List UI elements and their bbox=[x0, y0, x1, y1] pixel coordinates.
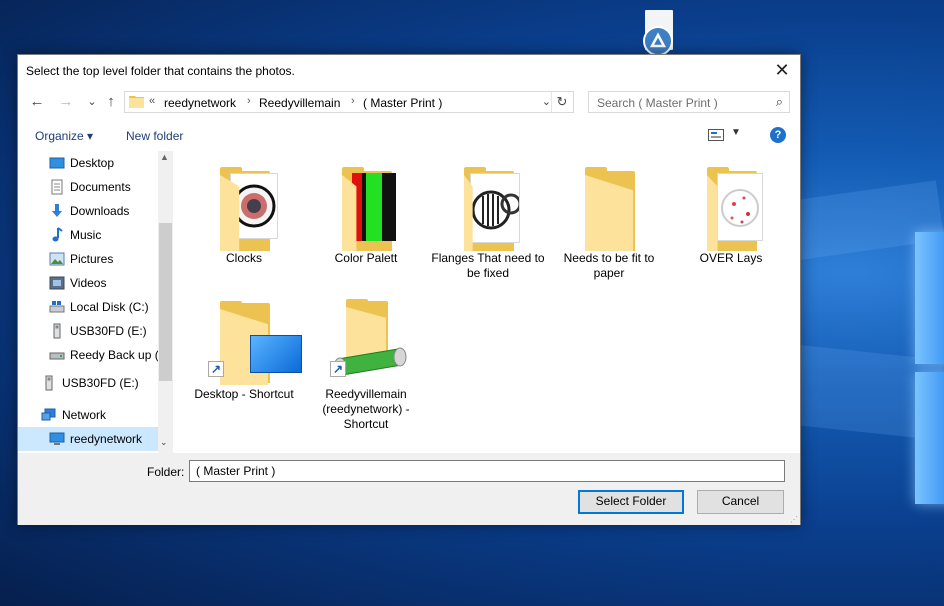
overlay-thumbnail bbox=[717, 173, 763, 241]
folder-clocks[interactable]: Clocks bbox=[186, 153, 302, 266]
sidebar-item-local-disk[interactable]: Local Disk (C:) bbox=[18, 295, 158, 319]
search-placeholder: Search ( Master Print ) bbox=[597, 96, 718, 110]
shortcut-arrow-icon: ↗ bbox=[208, 361, 224, 377]
view-dropdown-icon[interactable]: ▼ bbox=[731, 127, 741, 138]
organize-button[interactable]: Organize ▾ bbox=[35, 129, 93, 143]
folder-field-label: Folder: bbox=[147, 465, 185, 479]
breadcrumb-overflow[interactable]: « bbox=[149, 95, 155, 107]
desktop-thumbnail bbox=[250, 335, 302, 373]
breadcrumb-master-print[interactable]: ( Master Print ) bbox=[363, 96, 442, 110]
search-icon: ⌕ bbox=[775, 94, 783, 109]
breadcrumb-separator[interactable]: › bbox=[247, 95, 251, 107]
sidebar-item-desktop[interactable]: Desktop bbox=[18, 151, 158, 175]
chevron-down-icon[interactable]: ⌄ bbox=[542, 95, 551, 108]
sidebar-item-pictures[interactable]: Pictures bbox=[18, 247, 158, 271]
title-bar: Select the top level folder that contain… bbox=[18, 55, 800, 87]
shortcut-reedyvillemain[interactable]: ↗ Reedyvillemain (reedynetwork) - Shortc… bbox=[308, 289, 424, 432]
sidebar-item-label: USB30FD (E:) bbox=[70, 324, 147, 338]
sidebar-item-label: USB30FD (E:) bbox=[62, 376, 139, 390]
dialog-title: Select the top level folder that contain… bbox=[26, 64, 295, 78]
videos-icon bbox=[49, 276, 65, 290]
sidebar-item-downloads[interactable]: Downloads bbox=[18, 199, 158, 223]
folder-label: Flanges That need to be fixed bbox=[431, 251, 545, 280]
sidebar-item-label: reedynetwork bbox=[70, 432, 143, 446]
change-view-icon[interactable] bbox=[708, 129, 724, 141]
shortcut-desktop[interactable]: ↗ Desktop - Shortcut bbox=[186, 289, 302, 402]
address-bar[interactable]: « reedynetwork › Reedyvillemain › ( Mast… bbox=[124, 91, 574, 113]
breadcrumb-reedynetwork[interactable]: reedynetwork bbox=[164, 96, 236, 110]
sidebar-item-label: Pictures bbox=[70, 252, 114, 266]
help-icon[interactable]: ? bbox=[770, 127, 786, 143]
external-drive-icon bbox=[49, 352, 65, 360]
scroll-up-icon[interactable]: ▲ bbox=[160, 152, 169, 162]
network-icon bbox=[41, 408, 56, 421]
resize-grip-icon[interactable]: ⋰ bbox=[790, 515, 798, 524]
downloads-icon bbox=[52, 204, 62, 217]
select-folder-dialog: Select the top level folder that contain… bbox=[17, 54, 801, 525]
flange-thumbnail bbox=[470, 173, 522, 243]
select-folder-button[interactable]: Select Folder bbox=[578, 490, 684, 514]
documents-icon bbox=[51, 179, 63, 195]
sidebar-item-label: Desktop bbox=[70, 156, 115, 170]
scrollbar-thumb[interactable] bbox=[159, 223, 172, 381]
recent-locations-icon[interactable]: ⌄ bbox=[82, 92, 102, 112]
sidebar-scrollbar[interactable]: ▲ ⌄ bbox=[158, 151, 173, 453]
local-disk-icon bbox=[49, 301, 65, 313]
folder-color-palett[interactable]: Color Palett bbox=[308, 153, 424, 266]
folder-icon bbox=[129, 96, 144, 108]
sidebar-item-usb-e[interactable]: USB30FD (E:) bbox=[18, 319, 158, 343]
breadcrumb-separator[interactable]: › bbox=[351, 95, 355, 107]
color-palette-thumbnail bbox=[352, 173, 396, 241]
usb-drive-icon bbox=[53, 323, 61, 339]
folder-name-input[interactable]: ( Master Print ) bbox=[189, 460, 785, 482]
close-button[interactable]: ✕ bbox=[768, 59, 796, 83]
folder-over-lays[interactable]: OVER Lays bbox=[673, 153, 789, 266]
folder-flanges[interactable]: Flanges That need to be fixed bbox=[430, 153, 546, 281]
refresh-icon[interactable]: ↻ bbox=[551, 92, 572, 112]
forward-arrow-icon[interactable]: → bbox=[56, 92, 76, 112]
cancel-button[interactable]: Cancel bbox=[697, 490, 784, 514]
search-box[interactable]: Search ( Master Print ) ⌕ bbox=[588, 91, 790, 113]
folder-label: Clocks bbox=[225, 251, 262, 265]
shortcut-arrow-icon: ↗ bbox=[330, 361, 346, 377]
sidebar-item-label: Music bbox=[70, 228, 102, 242]
sidebar-item-network[interactable]: Network bbox=[18, 403, 158, 427]
folder-label: Desktop - Shortcut bbox=[194, 387, 294, 401]
folder-label: Needs to be fit to paper bbox=[563, 251, 655, 280]
sidebar-item-label: Downloads bbox=[70, 204, 130, 218]
desktop-icon bbox=[49, 157, 65, 169]
windows-logo bbox=[915, 232, 944, 512]
usb-drive-icon bbox=[45, 375, 53, 391]
folder-needs-fit[interactable]: Needs to be fit to paper bbox=[551, 153, 667, 281]
computer-icon bbox=[49, 432, 65, 445]
command-bar: Organize ▾ New folder ▼ ? bbox=[18, 121, 800, 151]
sidebar-item-documents[interactable]: Documents bbox=[18, 175, 158, 199]
breadcrumb-reedyvillemain[interactable]: Reedyvillemain bbox=[259, 96, 340, 110]
sidebar-item-reedy-backup[interactable]: Reedy Back up (I bbox=[18, 343, 162, 367]
folder-label: OVER Lays bbox=[699, 251, 763, 265]
sidebar-item-videos[interactable]: Videos bbox=[18, 271, 158, 295]
scroll-down-icon[interactable]: ⌄ bbox=[160, 437, 168, 448]
sidebar-item-label: Local Disk (C:) bbox=[70, 300, 149, 314]
sidebar-item-label: Reedy Back up (I bbox=[70, 348, 163, 362]
up-arrow-icon[interactable]: ↑ bbox=[101, 92, 121, 112]
back-arrow-icon[interactable]: ← bbox=[27, 92, 47, 112]
sidebar-item-label: Network bbox=[62, 408, 107, 422]
music-icon bbox=[52, 227, 63, 242]
folder-label: Color Palett bbox=[334, 251, 398, 265]
desktop-app-icon[interactable] bbox=[641, 10, 677, 56]
sidebar-item-label: Videos bbox=[70, 276, 107, 290]
sidebar-item-label: Documents bbox=[70, 180, 131, 194]
sidebar-item-music[interactable]: Music bbox=[18, 223, 158, 247]
dialog-footer: Folder: ( Master Print ) Select Folder C… bbox=[18, 453, 800, 525]
pictures-icon bbox=[49, 252, 65, 266]
sidebar-item-reedynetwork[interactable]: reedynetwork bbox=[18, 427, 158, 451]
navigation-bar: ← → ⌄ ↑ « reedynetwork › Reedyvillemain … bbox=[18, 87, 800, 119]
navigation-pane: Desktop Documents Downloads Music Pictur… bbox=[18, 151, 173, 453]
sidebar-item-usb-e-root[interactable]: USB30FD (E:) bbox=[18, 371, 158, 395]
folder-label: Reedyvillemain (reedynetwork) - Shortcut bbox=[322, 387, 410, 431]
new-folder-button[interactable]: New folder bbox=[126, 129, 183, 143]
folder-view: Clocks Color Palett Flanges That need to… bbox=[174, 151, 801, 453]
